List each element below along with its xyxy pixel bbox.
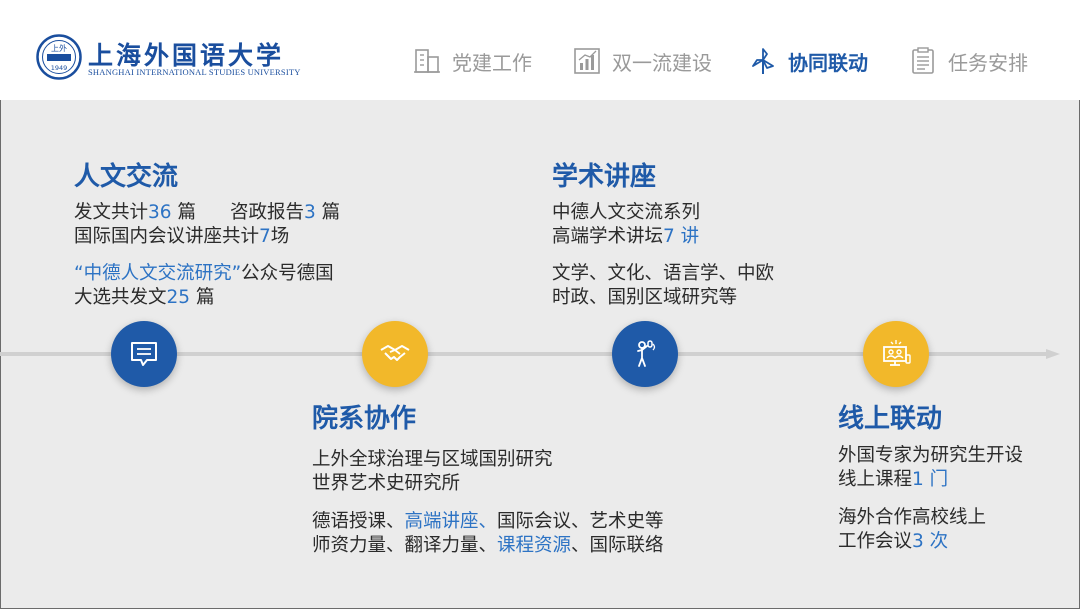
nav-item-task-plan[interactable]: 任务安排 — [908, 44, 1028, 78]
nav-label: 双一流建设 — [612, 50, 712, 75]
node-culture — [111, 321, 177, 387]
culture-text-line4: 大选共发文25 篇 — [74, 287, 215, 308]
online-meeting-icon — [883, 340, 911, 366]
node-institutes — [362, 321, 428, 387]
institutes-text-line2: 世界艺术史研究所 — [312, 473, 461, 494]
online-text-line3: 海外合作高校线上 — [838, 507, 987, 528]
clipboard-icon — [912, 47, 934, 74]
lectures-text-line4: 时政、国别区域研究等 — [552, 287, 738, 308]
section-title-online: 线上联动 — [838, 404, 943, 434]
culture-text-line2: 国际国内会议讲座共计7场 — [74, 226, 290, 247]
handshake-icon — [380, 345, 410, 361]
section-title-culture: 人文交流 — [74, 162, 179, 192]
nav-item-collaboration[interactable]: 协同联动 — [748, 44, 868, 78]
institutes-text-line1: 上外全球治理与区域国别研究 — [312, 449, 553, 470]
bar-chart-icon — [574, 48, 600, 74]
chat-icon — [131, 342, 157, 366]
node-lectures — [612, 321, 678, 387]
nav-item-party-building[interactable]: 党建工作 — [412, 44, 532, 78]
online-text-line4: 工作会议3 次 — [838, 531, 949, 552]
online-text-line2: 线上课程1 门 — [838, 469, 949, 490]
node-online — [863, 321, 929, 387]
nav-label: 党建工作 — [452, 50, 532, 75]
lectures-text-line2: 高端学术讲坛7 讲 — [552, 226, 700, 247]
building-icon — [414, 49, 440, 73]
lectures-text-line1: 中德人文交流系列 — [552, 202, 701, 223]
culture-text-line3: “中德人文交流研究”公众号德国 — [74, 263, 334, 284]
nav-label: 任务安排 — [948, 50, 1028, 75]
speaker-icon — [637, 340, 656, 367]
culture-text-line1: 发文共计36 篇咨政报告3 篇 — [74, 202, 341, 223]
top-nav: 党建工作 双一流建设 协同联动 任务安排 — [0, 44, 1080, 78]
institutes-text-line3: 德语授课、高端讲座、国际会议、艺术史等 — [312, 511, 664, 532]
nav-label: 协同联动 — [788, 50, 868, 75]
lectures-text-line3: 文学、文化、语言学、中欧 — [552, 263, 775, 284]
nav-item-double-first-class[interactable]: 双一流建设 — [572, 44, 712, 78]
section-title-lectures: 学术讲座 — [552, 162, 657, 192]
institutes-text-line4: 师资力量、翻译力量、课程资源、国际联络 — [312, 535, 664, 556]
section-title-institutes: 院系协作 — [312, 404, 417, 434]
header-bar: 上外 1949 上海外国语大学 SHANGHAI INTERNATIONAL S… — [0, 0, 1080, 100]
online-text-line1: 外国专家为研究生开设 — [838, 445, 1024, 466]
pinwheel-icon — [752, 48, 774, 74]
